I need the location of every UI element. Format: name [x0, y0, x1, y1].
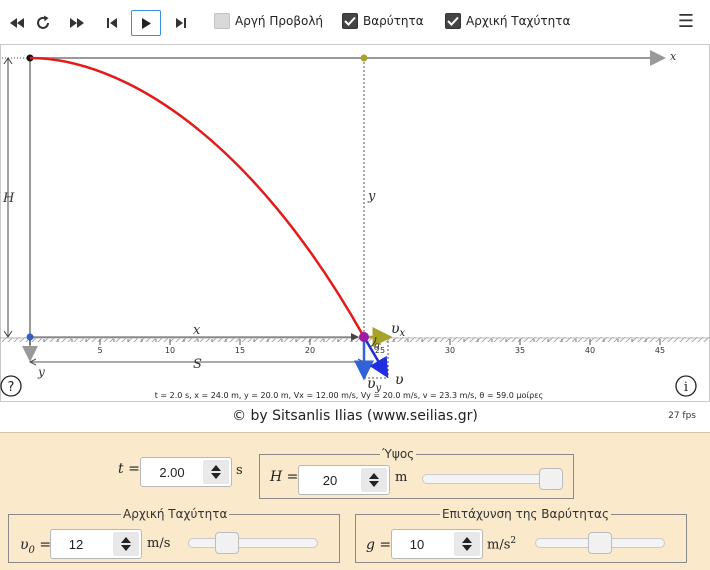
slow-motion-checkbox[interactable]: Αργή Προβολή — [214, 13, 323, 29]
theta-label: θ — [374, 343, 380, 353]
height-label: H — [2, 191, 15, 206]
help-icon[interactable]: ? — [0, 375, 22, 397]
initial-velocity-stepper[interactable] — [50, 529, 142, 559]
vx-label: υx — [391, 321, 406, 339]
step-forward-icon — [176, 18, 186, 28]
height-spin-arrows-icon[interactable] — [361, 468, 387, 492]
canvas-frame — [0, 44, 710, 402]
time-label: t = — [118, 461, 140, 477]
range-label: S — [193, 357, 202, 372]
fast-forward-button[interactable] — [62, 10, 92, 36]
info-icon[interactable]: i — [675, 375, 697, 397]
v-label: υ — [395, 372, 404, 388]
step-back-button[interactable] — [97, 10, 127, 36]
play-icon — [142, 17, 151, 29]
gravity-checkbox[interactable]: Βαρύτητα — [342, 13, 424, 29]
toolbar: Αργή Προβολή Βαρύτητα Αρχική Ταχύτητα ☰ — [0, 0, 710, 44]
ruler-tick-label: 10 — [165, 346, 175, 355]
unchecked-box-icon — [214, 13, 230, 29]
ruler-labels: 5 10 15 20 25 30 35 40 45 — [97, 346, 665, 355]
gravity-unit: m/s2 — [487, 536, 517, 553]
y-distance-label: y — [367, 189, 376, 204]
height-slider[interactable] — [422, 468, 563, 490]
gravity-stepper[interactable] — [391, 529, 483, 559]
menu-icon[interactable]: ☰ — [676, 11, 696, 33]
slow-motion-label: Αργή Προβολή — [235, 14, 324, 28]
initial-velocity-legend: Αρχική Ταχύτητα — [123, 507, 228, 521]
gravity-spin-arrows-icon[interactable] — [454, 532, 480, 556]
initial-velocity-label: Αρχική Ταχύτητα — [466, 14, 571, 28]
projectile — [359, 332, 369, 342]
gravity-slider-knob[interactable] — [588, 532, 612, 554]
gravity-label: Βαρύτητα — [363, 14, 424, 28]
ruler-tick-label: 20 — [305, 346, 315, 355]
status-line: t = 2.0 s, x = 24.0 m, y = 20.0 m, Vx = … — [155, 391, 543, 400]
initial-velocity-label: υ0 = — [20, 537, 52, 556]
ruler-tick-label: 35 — [515, 346, 525, 355]
gravity-label: g = — [366, 537, 392, 553]
gravity-input[interactable] — [392, 530, 442, 558]
height-legend: Ύψος — [382, 447, 415, 461]
initial-velocity-spin-arrows-icon[interactable] — [113, 532, 139, 556]
svg-text:?: ? — [8, 380, 15, 395]
time-stepper[interactable] — [140, 457, 232, 487]
height-input[interactable] — [299, 466, 361, 494]
ruler-tick-label: 5 — [97, 346, 102, 355]
restart-icon — [37, 15, 49, 29]
initial-velocity-checkbox[interactable]: Αρχική Ταχύτητα — [445, 13, 570, 29]
time-spin-arrows-icon[interactable] — [203, 460, 229, 484]
restart-button[interactable] — [28, 10, 58, 36]
gravity-slider[interactable] — [535, 532, 665, 554]
height-label: H = — [270, 469, 299, 485]
checkmark-icon — [445, 13, 461, 29]
time-unit: s — [236, 463, 243, 478]
initial-velocity-input[interactable] — [51, 530, 101, 558]
controls-panel: t = s Ύψος H = m Αρχική Ταχύτητα υ0 = m/… — [0, 432, 710, 570]
initial-velocity-slider-knob[interactable] — [215, 532, 239, 554]
ruler-tick-label: 30 — [445, 346, 455, 355]
credit-line: © by Sitsanlis Ilias (www.seilias.gr) — [232, 408, 478, 424]
step-back-icon — [107, 18, 117, 28]
ruler-tick-label: 45 — [655, 346, 665, 355]
svg-text:i: i — [684, 380, 688, 395]
initial-velocity-unit: m/s — [147, 536, 171, 551]
time-input[interactable] — [141, 458, 203, 486]
y-down-label: y — [37, 365, 45, 379]
step-forward-button[interactable] — [166, 10, 196, 36]
projectile-x-marker — [360, 54, 368, 62]
play-button[interactable] — [131, 10, 161, 36]
height-unit: m — [395, 470, 408, 485]
fast-forward-icon — [70, 18, 84, 28]
height-stepper[interactable] — [298, 465, 390, 495]
x-axis-label: x — [670, 50, 677, 63]
trajectory-curve — [29, 56, 366, 338]
fps-counter: 27 fps — [668, 411, 696, 421]
checkmark-icon — [342, 13, 358, 29]
ruler-tick-label: 40 — [585, 346, 595, 355]
gravity-legend: Επιτάχυνση της Βαρύτητας — [442, 507, 610, 521]
ground-x-label: x — [193, 323, 201, 338]
initial-velocity-slider[interactable] — [188, 532, 318, 554]
height-slider-knob[interactable] — [539, 468, 563, 490]
simulation-canvas: x y H y x 5 10 15 20 25 30 35 40 45 S θ … — [0, 44, 710, 402]
ruler-tick-label: 15 — [235, 346, 245, 355]
rewind-icon — [10, 18, 24, 28]
